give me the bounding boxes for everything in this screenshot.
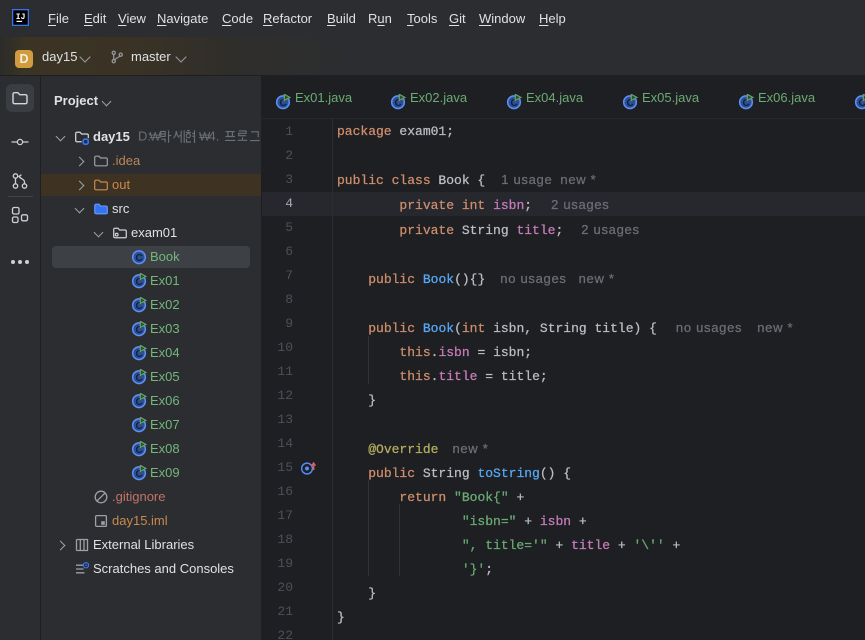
svg-text:4.: 4.	[208, 129, 219, 144]
svg-text:C: C	[135, 253, 142, 264]
svg-text:IJ: IJ	[16, 13, 26, 22]
svg-text:₩: ₩	[149, 130, 161, 144]
